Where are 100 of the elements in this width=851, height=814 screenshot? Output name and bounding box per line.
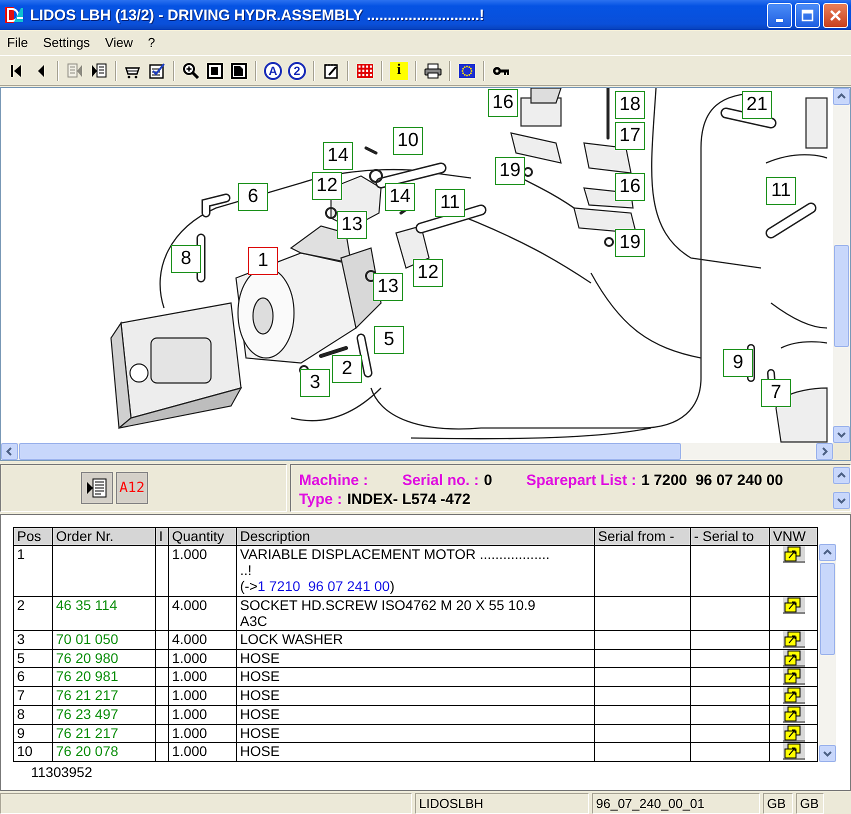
status-text: 96_07_240_00_01 [592, 793, 760, 814]
flag-cell [156, 686, 168, 706]
callout-label[interactable]: 11 [766, 177, 796, 205]
scroll-down-button[interactable] [833, 492, 850, 509]
search-letter-button[interactable]: 2 [286, 60, 308, 82]
part-count: 11303952 [30, 763, 94, 780]
quantity-cell: 1.000 [168, 686, 236, 706]
callout-label[interactable]: 19 [495, 157, 525, 185]
description-text: SOCKET HD.SCREW ISO4762 M 20 X 55 10.9 [240, 597, 536, 613]
description-text: HOSE [240, 668, 280, 684]
vnw-button[interactable] [782, 744, 804, 760]
menu-item[interactable]: Settings [38, 33, 95, 52]
menu-item[interactable]: View [100, 33, 138, 52]
callout-label[interactable]: 17 [615, 122, 645, 150]
scroll-down-button[interactable] [819, 745, 836, 762]
callout-label[interactable]: 16 [488, 89, 518, 117]
callout-label[interactable]: 5 [374, 326, 404, 354]
callout-label[interactable]: 16 [615, 173, 645, 201]
field-label: Serial no. : [402, 471, 479, 490]
vnw-button[interactable] [782, 546, 804, 563]
menu-item[interactable]: ? [142, 33, 160, 52]
callout-label[interactable]: 6 [238, 183, 268, 211]
callout-label[interactable]: 19 [615, 229, 645, 257]
search-letter-button[interactable]: A [262, 60, 284, 82]
window-title: LIDOS LBH (13/2) - DRIVING HYDR.ASSEMBLY ...........................! [30, 6, 486, 24]
scroll-up-button[interactable] [819, 544, 836, 561]
vnw-button[interactable] [782, 650, 804, 667]
callout-label[interactable]: 12 [312, 172, 342, 200]
quantity-cell: 1.000 [168, 724, 236, 743]
callout-label[interactable]: 2 [332, 355, 362, 383]
document-list-button[interactable] [81, 472, 113, 504]
checklist-icon [148, 62, 166, 80]
scrollbar-thumb[interactable] [19, 443, 681, 460]
callout-label[interactable]: 21 [742, 91, 772, 119]
pos-cell: 6 [14, 668, 52, 687]
order-number-cell: 76 20 980 [52, 649, 156, 668]
field-label: Machine : [299, 471, 368, 490]
scrollbar-thumb[interactable] [820, 563, 835, 655]
quantity-cell: 1.000 [168, 705, 236, 724]
flag-cell [156, 630, 168, 650]
callout-label[interactable]: 9 [723, 349, 753, 377]
pos-cell: 8 [14, 705, 52, 724]
scroll-right-button[interactable] [816, 443, 833, 460]
column-header[interactable]: Quantity [168, 528, 236, 546]
column-header[interactable]: I [156, 528, 168, 546]
scroll-down-button[interactable] [833, 426, 850, 443]
scroll-left-button[interactable] [1, 443, 18, 460]
description-text: HOSE [240, 688, 280, 704]
callout-label[interactable]: 18 [615, 91, 645, 119]
vnw-button[interactable] [782, 631, 804, 648]
callout-label[interactable]: 13 [373, 273, 403, 301]
notepad-icon [322, 62, 340, 80]
scroll-up-button[interactable] [833, 88, 850, 105]
info-button[interactable]: i [388, 60, 410, 82]
column-header[interactable]: Serial from - [594, 528, 690, 546]
callout-label[interactable]: 10 [393, 127, 423, 155]
quantity-cell: 4.000 [168, 596, 236, 630]
order-number-cell: 70 01 050 [52, 630, 156, 650]
callout-label[interactable]: 13 [337, 211, 367, 239]
pos-cell: 5 [14, 649, 52, 668]
minimize-button[interactable] [767, 2, 792, 28]
scrollbar-thumb[interactable] [834, 245, 849, 347]
page-icon [206, 62, 224, 80]
description-text: HOSE [240, 725, 280, 741]
maximize-button[interactable] [795, 2, 820, 28]
callout-label[interactable]: 11 [435, 189, 465, 217]
callout-label[interactable]: 8 [171, 245, 201, 273]
column-header[interactable]: - Serial to [690, 528, 770, 546]
quantity-cell: 4.000 [168, 630, 236, 650]
vnw-button[interactable] [782, 725, 804, 742]
callout-label[interactable]: 1 [248, 247, 278, 275]
menu-item[interactable]: File [2, 33, 33, 52]
reference-link[interactable]: 1 7210 96 07 241 00 [258, 578, 390, 594]
callout-label[interactable]: 12 [413, 259, 443, 287]
close-button[interactable] [823, 2, 848, 28]
column-header[interactable]: Pos [14, 528, 52, 546]
description-text: LOCK WASHER [240, 631, 343, 647]
vnw-button[interactable] [782, 668, 804, 686]
callout-label[interactable]: 14 [323, 142, 353, 170]
callout-label[interactable]: 7 [761, 379, 791, 407]
order-number-cell: 46 35 114 [52, 596, 156, 630]
field-value: 1 7200 96 07 240 00 [641, 471, 784, 490]
maximize-icon [801, 8, 814, 22]
scroll-up-button[interactable] [833, 467, 850, 484]
field-label: Sparepart List : [526, 471, 636, 490]
callout-label[interactable]: 14 [385, 183, 415, 211]
description-text: HOSE [240, 744, 280, 760]
printer-icon [424, 62, 442, 80]
field-label: Type : [299, 490, 342, 509]
column-header[interactable]: Order Nr. [52, 528, 156, 546]
status-text: GB [796, 793, 824, 814]
pos-cell: 3 [14, 630, 52, 650]
vnw-button[interactable] [782, 688, 804, 704]
column-header[interactable]: VNW [770, 528, 818, 546]
vnw-button[interactable] [782, 597, 804, 614]
vnw-button[interactable] [782, 706, 804, 723]
status-text: LIDOSLBH [415, 793, 589, 814]
column-header[interactable]: Description [236, 528, 594, 546]
status-text: GB [763, 793, 793, 814]
callout-label[interactable]: 3 [300, 369, 330, 397]
